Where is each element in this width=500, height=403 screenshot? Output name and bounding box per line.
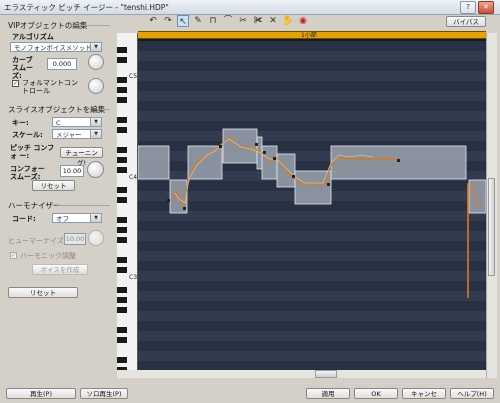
harmonic-adjust-label: ハーモニック調整 (20, 252, 76, 260)
curve-smooth-field[interactable]: 0.000 (47, 58, 77, 70)
horizontal-scroll-thumb[interactable] (315, 370, 337, 378)
curve-smooth-knob[interactable] (88, 54, 104, 70)
chord-select[interactable]: オフ ▼ (52, 213, 102, 223)
hand-icon[interactable]: ✋ (282, 15, 294, 27)
anchor-point (327, 183, 330, 186)
anchor-point (183, 207, 186, 210)
divider (70, 25, 110, 26)
algorithm-select-value: モノフォンボイスメソッド (14, 44, 92, 52)
bar-label: 1小節 (301, 32, 317, 39)
curve-smooth-label: カーブ スムーズ: (12, 56, 33, 80)
anchor-point (167, 199, 170, 202)
chevron-down-icon: ▼ (90, 118, 101, 126)
divider (57, 205, 110, 206)
humanize-label: ヒューマーナイズ: (8, 237, 67, 245)
tuning-button[interactable]: チューニング! (60, 147, 103, 167)
pencil-icon[interactable]: ✎ (192, 15, 204, 27)
formant-checkbox-label: フォルマントコントロール (22, 79, 78, 95)
scale-select-value: メジャー (56, 131, 82, 139)
undo-icon[interactable]: ↶ (147, 15, 159, 27)
anchor-point (263, 151, 266, 154)
chord-label: コード: (12, 215, 36, 223)
anchor-point (273, 157, 276, 160)
conform-smooth-knob[interactable] (87, 161, 104, 178)
create-voice-button[interactable]: ボイスを作成 (32, 264, 88, 275)
algorithm-select[interactable]: モノフォンボイスメソッド ▼ (10, 42, 102, 52)
redo-icon[interactable]: ↷ (162, 15, 174, 27)
zoom-icon[interactable]: ◉ (297, 15, 309, 27)
solo-play-button[interactable]: ソロ再生(P) (80, 388, 128, 399)
anchor-point (255, 143, 258, 146)
pitch-grid (117, 41, 486, 371)
humanize-knob[interactable] (88, 230, 104, 246)
ok-button[interactable]: OK (354, 388, 398, 399)
apply-button[interactable]: 適用 (306, 388, 350, 399)
key-label: キー: (12, 119, 29, 127)
pitch-conform-label: ピッチ コンフォ ー: (10, 144, 55, 160)
anchor-point (292, 175, 295, 178)
play-button[interactable]: 再生(P) (6, 388, 76, 399)
scale-select[interactable]: メジャー ▼ (52, 129, 102, 139)
scissors-icon[interactable]: ✀ (252, 15, 264, 27)
vertical-scrollbar[interactable] (486, 33, 497, 378)
scale-label: スケール: (12, 131, 43, 139)
divider (100, 109, 110, 110)
piano-keyboard[interactable]: C5 C4 C3 (117, 33, 138, 378)
note-slice (187, 145, 223, 180)
piano-keys (117, 47, 127, 373)
pitch-editor[interactable] (117, 33, 486, 378)
note-slice (468, 179, 486, 214)
arrow-select-icon[interactable]: ↖ (177, 15, 189, 27)
octave-label-c3: C3 (129, 274, 138, 281)
formant-checkbox[interactable]: ✓ (12, 80, 19, 87)
humanize-field[interactable]: 10.00 (64, 233, 86, 245)
harmonizer-section-header: ハーモナイザー (8, 201, 61, 210)
chevron-down-icon: ▼ (90, 214, 101, 222)
key-select-value: C (56, 119, 61, 127)
note-slice (137, 145, 170, 180)
octave-label-c5: C5 (129, 73, 138, 80)
harmonic-adjust-checkbox[interactable]: ✓ (10, 252, 17, 259)
chevron-down-icon: ▼ (90, 43, 101, 51)
horizontal-scrollbar[interactable] (117, 370, 486, 378)
anchor-point (219, 145, 222, 148)
window-title: エラスティック ピッチ イージー - "tenshi.HDP" (4, 3, 169, 12)
split-icon[interactable]: ✂ (237, 15, 249, 27)
note-slice (261, 145, 278, 180)
curve-icon[interactable]: ⌒ (222, 15, 234, 27)
slice-reset-button[interactable]: リセット (32, 180, 75, 191)
note-slice (330, 145, 467, 180)
chevron-down-icon: ▼ (90, 130, 101, 138)
formant-knob[interactable] (88, 78, 104, 94)
algorithm-label: アルゴリズム (12, 33, 54, 41)
anchor-point (397, 159, 400, 162)
help-window-button[interactable]: ? (460, 1, 476, 14)
timeline-ruler[interactable]: 1小節 (138, 31, 486, 39)
octave-label-c4: C4 (129, 174, 138, 181)
pulse-icon[interactable]: ⊓ (207, 15, 219, 27)
x-icon[interactable]: ✕ (267, 15, 279, 27)
title-bar: エラスティック ピッチ イージー - "tenshi.HDP" ? ✕ (0, 0, 500, 15)
slice-section-header: スライスオブジェクトを編集 (8, 105, 106, 114)
cancel-button[interactable]: キャンセ (402, 388, 446, 399)
help-button[interactable]: ヘルプ(H) (450, 388, 494, 399)
reset-all-button[interactable]: リセット (8, 287, 78, 298)
key-select[interactable]: C ▼ (52, 117, 102, 127)
chord-select-value: オフ (56, 215, 69, 223)
vertical-scroll-thumb[interactable] (488, 178, 495, 276)
close-window-button[interactable]: ✕ (478, 1, 494, 14)
conform-smooth-label: コンフォー スムーズ: (10, 165, 45, 181)
conform-smooth-field[interactable]: 10.00 (60, 165, 84, 177)
bypass-button[interactable]: バイパス (446, 16, 486, 27)
